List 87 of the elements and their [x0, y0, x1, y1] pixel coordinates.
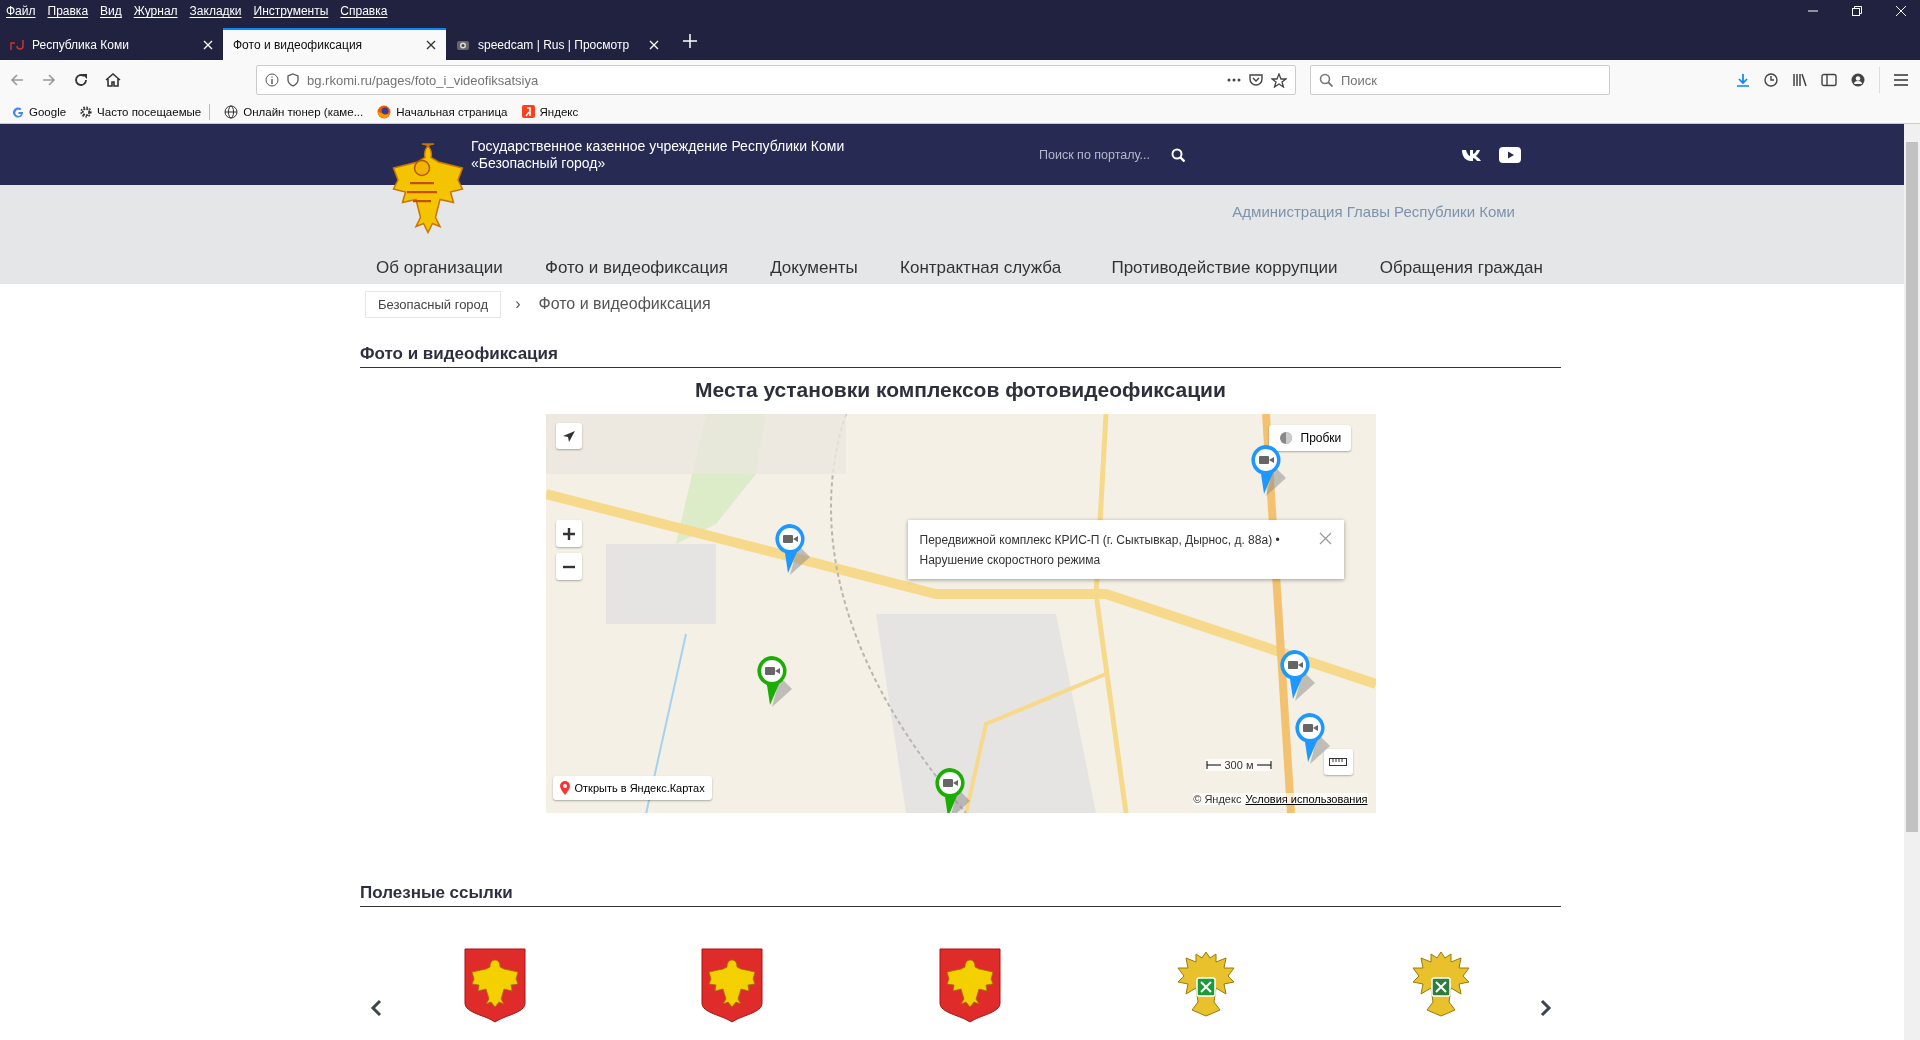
copyright-text: © Яндекс [1193, 793, 1242, 805]
menu-item[interactable]: Инструменты [253, 4, 329, 18]
coat-of-arms-icon[interactable] [464, 947, 526, 1023]
yandex-icon [521, 105, 535, 118]
star-icon[interactable] [1271, 72, 1287, 88]
arrow-icon [561, 429, 576, 443]
home-icon[interactable] [104, 71, 122, 89]
nav-link[interactable]: Обращения граждан [1379, 258, 1543, 278]
new-tab-icon[interactable] [683, 34, 697, 48]
plus-icon [562, 527, 575, 540]
menu-item[interactable]: Вид [100, 4, 122, 18]
info-icon[interactable] [265, 73, 279, 87]
globe-icon [224, 104, 239, 119]
breadcrumb-current: Фото и видеофиксация [538, 295, 711, 313]
library-icon[interactable] [1792, 73, 1807, 87]
popup-text: Передвижной комплекс КРИС-П (г. Сыктывкар, Дырнос, д. 88а) • Нарушение скоростного режима [919, 532, 1280, 569]
scrollbar[interactable] [1906, 142, 1918, 832]
search-field[interactable]: Поиск [1310, 65, 1610, 95]
camera-pin-icon[interactable] [755, 655, 794, 709]
bookmark[interactable]: Часто посещаемые [80, 105, 202, 118]
scale-bar-icon [1205, 760, 1222, 770]
close-icon[interactable] [426, 40, 436, 50]
sidebar-icon[interactable] [1821, 73, 1837, 87]
browser-tab[interactable]: Фото и видеофиксация [223, 28, 446, 60]
section-title: Фото и видеофиксация [360, 344, 1561, 368]
pocket-icon[interactable] [1249, 73, 1263, 87]
menu-icon[interactable] [1894, 73, 1908, 87]
nav-link[interactable]: Контрактная служба [900, 258, 1062, 278]
scale-label: 300 м [1224, 759, 1254, 771]
chevron-right-icon[interactable] [1538, 999, 1552, 1017]
nav-link[interactable]: Противодействие коррупции [1111, 258, 1338, 278]
zoom-out-button[interactable] [555, 553, 582, 580]
camera-pin-icon[interactable] [1293, 712, 1332, 766]
camera-icon [456, 38, 470, 52]
ruler-icon [1329, 758, 1347, 766]
camera-pin-icon[interactable] [933, 767, 972, 813]
breadcrumb-separator: › [515, 295, 521, 313]
nav-link[interactable]: Фото и видеофиксация [545, 258, 728, 278]
terms-link[interactable]: Условия использования [1245, 793, 1368, 805]
gear-icon [80, 105, 93, 118]
menu-item[interactable]: Справка [340, 4, 388, 18]
account-icon[interactable] [1851, 73, 1865, 87]
camera-pin-icon[interactable] [1278, 649, 1317, 703]
breadcrumb-link[interactable]: Безопасный город [365, 290, 502, 318]
ruler-button[interactable] [1323, 749, 1353, 775]
coat-of-arms-icon[interactable] [701, 947, 764, 1023]
youtube-icon[interactable] [1499, 146, 1521, 163]
restore-icon[interactable] [1852, 6, 1862, 16]
bookmark[interactable]: Онлайн тюнер (каме... [224, 104, 364, 119]
reload-icon[interactable] [72, 71, 90, 89]
nav-link[interactable]: Документы [770, 258, 858, 278]
firefox-icon [377, 104, 392, 119]
bookmark[interactable]: Google [12, 105, 67, 118]
site-search-field[interactable]: Поиск по порталу... [1037, 146, 1161, 163]
download-icon[interactable] [1736, 73, 1750, 87]
section-title: Полезные ссылки [360, 883, 1561, 907]
browser-tab[interactable]: Республика Коми [0, 28, 223, 60]
menu-item[interactable]: Закладки [189, 4, 242, 18]
zoom-in-button[interactable] [555, 520, 582, 547]
locate-button[interactable] [555, 423, 582, 449]
bookmark[interactable]: Яндекс [521, 105, 579, 118]
menu-item[interactable]: Журнал [133, 4, 178, 18]
menu-item[interactable]: Правка [47, 4, 89, 18]
traffic-icon [1278, 431, 1293, 445]
open-in-maps-button[interactable]: Открыть в Яндекс.Картах [552, 776, 712, 800]
coat-of-arms-icon[interactable] [938, 947, 1001, 1023]
nav-link[interactable]: Об организации [376, 258, 503, 278]
more-icon[interactable] [1227, 77, 1241, 83]
shield-icon[interactable] [287, 73, 299, 87]
chevron-left-icon[interactable] [369, 999, 383, 1017]
bookmark[interactable]: Начальная страница [377, 104, 508, 119]
traffic-button[interactable]: Пробки [1268, 425, 1352, 451]
camera-pin-icon[interactable] [1249, 444, 1288, 498]
search-icon[interactable] [1171, 147, 1185, 162]
rd-logo-icon [10, 38, 24, 52]
scale-bar-icon [1256, 760, 1273, 770]
search-icon [1319, 73, 1333, 87]
organization-title: Государственное казенное учреждение Республики Коми «Безопасный город» [471, 137, 846, 172]
browser-tab[interactable]: speedcam | Rus | Просмотр [446, 28, 669, 60]
address-bar[interactable]: bg.rkomi.ru/pages/foto_i_videofiksatsiya [256, 65, 1296, 95]
google-icon [12, 105, 24, 118]
history-icon[interactable] [1764, 73, 1778, 87]
camera-pin-icon[interactable] [773, 523, 812, 577]
minus-icon [562, 564, 575, 569]
menu-item[interactable]: Файл [6, 4, 36, 18]
map-title: Места установки комплексов фотовидеофиксации [694, 378, 1227, 402]
map-marker-icon [559, 781, 570, 795]
